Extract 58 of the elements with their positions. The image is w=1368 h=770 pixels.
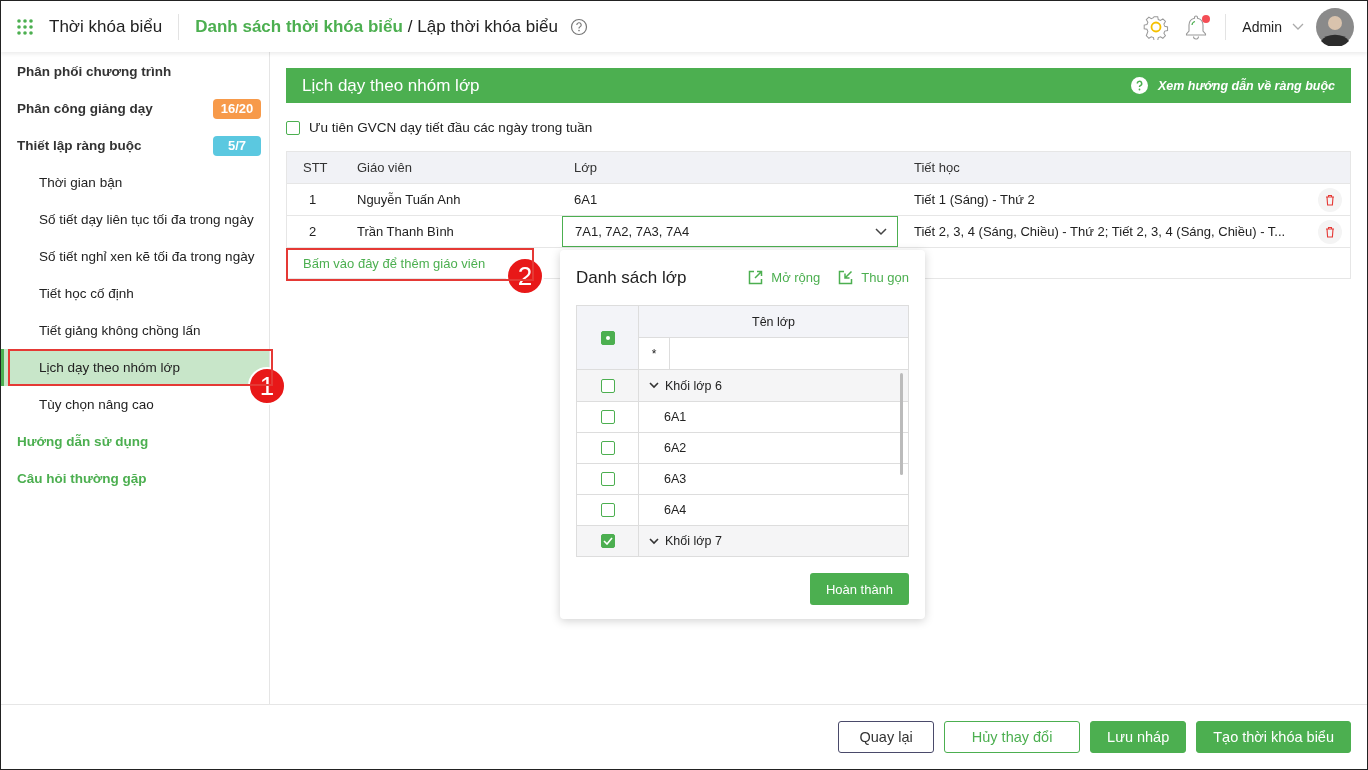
table-cell-text: Tiết 1 (Sáng) - Thứ 2 (913, 192, 1036, 207)
sidebar-item[interactable]: Số tiết nghỉ xen kẽ tối đa trong ngày (1, 238, 261, 275)
sidebar-item[interactable]: Tiết học cố định (1, 275, 140, 312)
sidebar-item[interactable]: Tùy chọn nâng cao (1, 386, 160, 423)
page-title: / Lập thời khóa biểu (407, 16, 558, 37)
checkbox[interactable] (600, 534, 615, 548)
external-link-icon[interactable] (748, 270, 764, 285)
popup-title: Danh sách lớp (576, 267, 688, 288)
table-cell-text: 2 (308, 224, 318, 239)
column-header: Giáo viên (356, 160, 413, 175)
chevron-down-icon[interactable] (649, 537, 659, 545)
checkbox[interactable] (600, 472, 615, 486)
avatar[interactable] (1316, 7, 1354, 46)
class-label: 6A4 (663, 503, 687, 517)
select-all-checkbox[interactable] (600, 330, 615, 345)
help-icon[interactable] (569, 17, 588, 36)
app-title: Thời khóa biểu (49, 16, 163, 37)
column-header: STT (302, 160, 329, 175)
sidebar-section[interactable]: Thiết lập ràng buộc 5/7 (1, 127, 269, 164)
delete-icon[interactable] (1318, 187, 1342, 212)
class-label: 6A1 (663, 410, 687, 424)
chevron-down-icon[interactable] (649, 382, 659, 389)
chevron-down-icon[interactable] (875, 227, 887, 236)
help-icon[interactable] (1130, 77, 1148, 94)
collapse-icon[interactable] (838, 270, 854, 285)
sidebar-section[interactable]: Phân công giảng dạy 16/20 (1, 90, 269, 127)
checkbox[interactable] (600, 378, 615, 393)
sidebar-item[interactable]: Số tiết dạy liên tục tối đa trong ngày (1, 201, 260, 238)
settings-icon[interactable] (1143, 13, 1170, 40)
table-cell-text: 6A1 (573, 192, 599, 207)
sidebar-item[interactable]: Thời gian bận (1, 164, 129, 201)
checkbox[interactable] (600, 503, 615, 517)
checkbox[interactable] (286, 120, 300, 135)
sidebar-item[interactable]: Tiết giảng không chồng lấn (1, 312, 207, 349)
table-cell-text: Tiết 2, 3, 4 (Sáng, Chiều) - Thứ 2; Tiết 2, 3, 4 (Sáng, Chiều) - T... (913, 224, 1287, 239)
table-cell-text: Nguyễn Tuấn Anh (356, 192, 462, 207)
class-select[interactable]: 7A1, 7A2, 7A3, 7A4 (562, 216, 898, 247)
scrollbar[interactable] (900, 373, 903, 475)
checkbox[interactable] (600, 441, 615, 455)
checkbox[interactable] (600, 410, 615, 424)
column-header: Tiết học (913, 160, 961, 175)
table-cell-text: Trần Thanh Bình (356, 224, 455, 239)
group-label: Khối lớp 7 (665, 534, 722, 548)
panel-title: Lịch dạy theo nhóm lớp (302, 75, 480, 96)
apps-grid-icon[interactable] (17, 18, 33, 35)
class-label: 6A3 (663, 472, 687, 486)
table-cell-text: 1 (308, 192, 318, 207)
delete-icon[interactable] (1318, 219, 1342, 244)
option-label: Ưu tiên GVCN dạy tiết đầu các ngày trong tuần (309, 120, 593, 135)
filter-operator[interactable]: * (639, 338, 670, 369)
user-name[interactable]: Admin (1242, 18, 1282, 35)
count-badge: 5/7 (213, 135, 261, 156)
group-label: Khối lớp 6 (665, 378, 722, 393)
footer-button[interactable]: Quay lại (838, 721, 935, 753)
column-header: Lớp (573, 160, 598, 175)
count-badge: 16/20 (213, 98, 261, 119)
class-label: 6A2 (663, 441, 687, 455)
sidebar-section[interactable]: Phân phối chương trình (1, 53, 269, 90)
